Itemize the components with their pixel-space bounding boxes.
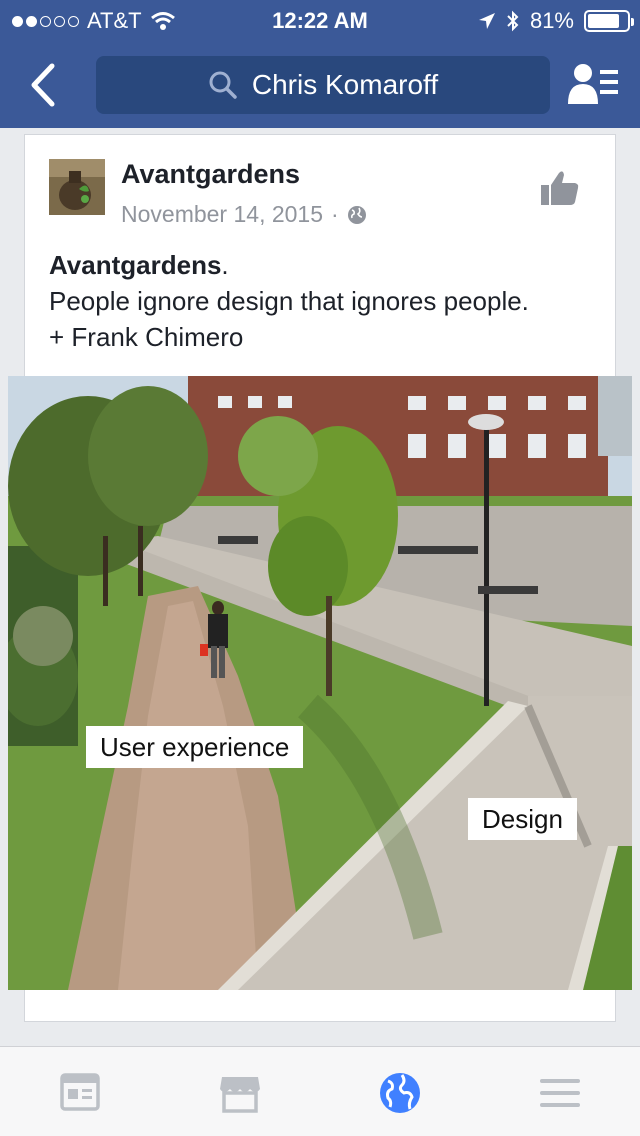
post-title-suffix: . [221,250,229,280]
app-root: AT&T 12:22 AM 81% Chris Komaroff Avantga… [0,0,640,1136]
like-icon[interactable] [539,167,581,209]
friend-requests-icon[interactable] [566,62,622,108]
post-title-line: Avantgardens. [49,247,599,283]
menu-icon[interactable] [538,1071,582,1115]
design-label: Design [468,798,577,840]
battery-level [588,14,619,28]
status-right: 81% [478,8,634,34]
marketplace-icon[interactable] [218,1071,262,1115]
nav-bar: Chris Komaroff [0,40,640,128]
location-arrow-icon [478,13,495,29]
post-meta: November 14, 2015 · [121,201,367,228]
search-icon [209,71,237,99]
search-bar[interactable]: Chris Komaroff [96,56,550,114]
notifications-globe-icon[interactable] [378,1071,422,1115]
post-body-line-2: + Frank Chimero [49,322,244,352]
status-bar: AT&T 12:22 AM 81% [0,0,640,40]
battery-icon [584,10,634,32]
post-date[interactable]: November 14, 2015 [121,201,323,228]
battery-percent: 81% [529,8,574,33]
bluetooth-icon [507,10,519,32]
post-title-link[interactable]: Avantgardens [49,250,221,280]
post-text: Avantgardens. People ignore design that … [49,247,599,355]
post-body-line-1: People ignore design that ignores people… [49,286,529,316]
bottom-tab-bar [0,1046,640,1136]
news-feed-icon[interactable] [58,1071,102,1115]
meta-separator: · [331,201,339,227]
author-avatar[interactable] [49,159,105,215]
search-text: Chris Komaroff [251,69,439,100]
globe-icon [347,205,366,224]
back-icon[interactable] [22,60,66,110]
user-experience-label: User experience [86,726,304,768]
top-bar: AT&T 12:22 AM 81% Chris Komaroff [0,0,640,128]
post-author-name[interactable]: Avantgardens [121,159,300,190]
post-photo[interactable]: User experience Design [8,376,632,990]
